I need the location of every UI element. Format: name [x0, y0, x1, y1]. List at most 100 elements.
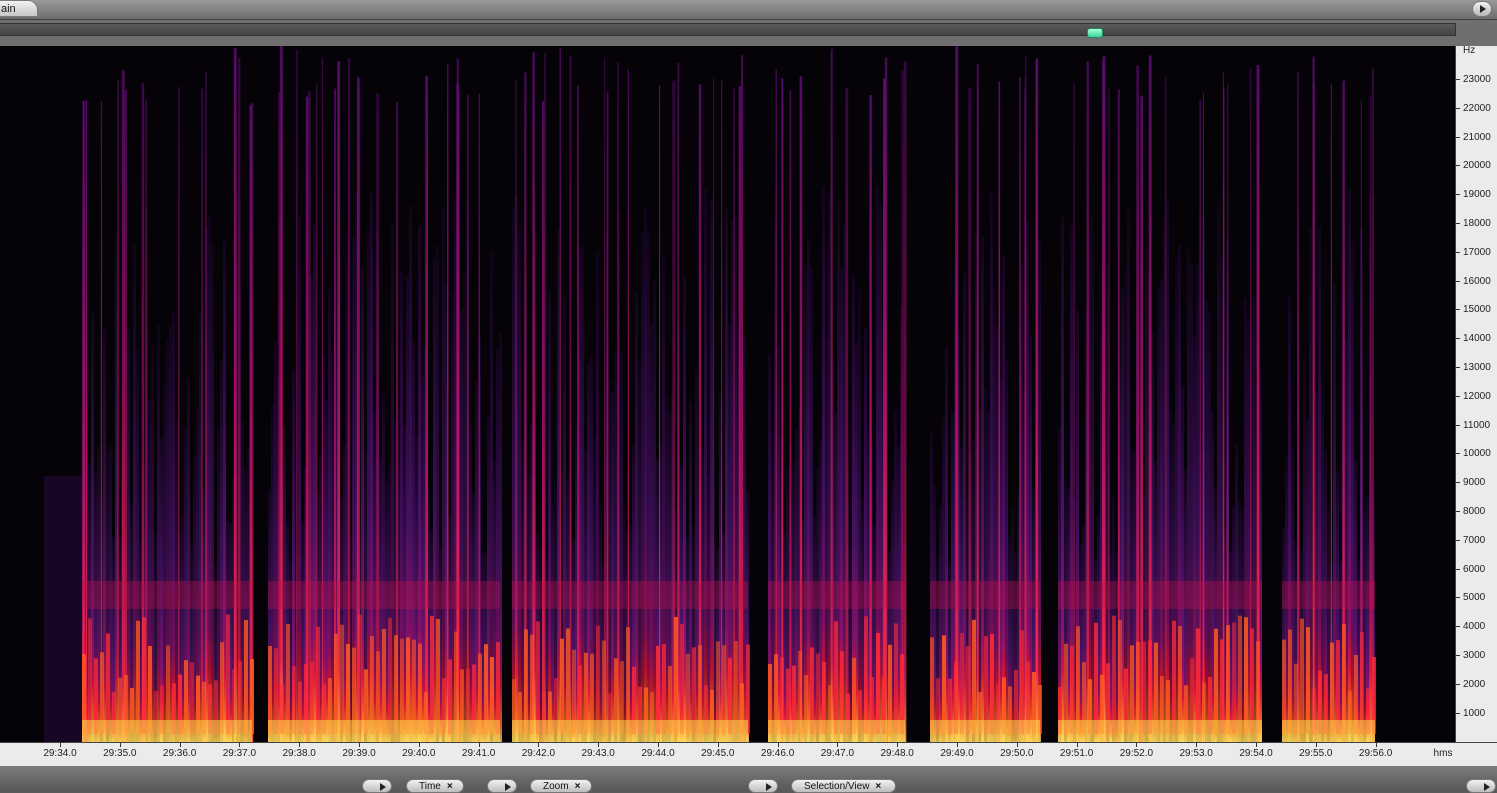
time-panel-tab[interactable]: Time × — [406, 779, 464, 793]
frequency-tick-label: 8000 — [1463, 506, 1486, 517]
time-tick — [1136, 743, 1138, 747]
frequency-tick — [1456, 453, 1460, 455]
overview-scrollbar[interactable] — [0, 23, 1456, 38]
time-tick-label: 29:56.0 — [1358, 748, 1393, 759]
frequency-tick-label: 23000 — [1463, 74, 1491, 85]
selection-panel-menu-button[interactable] — [748, 779, 778, 793]
close-icon[interactable]: × — [575, 781, 581, 792]
time-tick-label: 29:46.0 — [760, 748, 795, 759]
frequency-tick-label: 11000 — [1463, 419, 1491, 431]
time-tick — [1016, 743, 1018, 747]
time-tick-label: 29:43.0 — [581, 748, 615, 759]
frequency-tick — [1456, 107, 1460, 109]
time-tick — [60, 743, 61, 747]
frequency-tick-label: 12000 — [1463, 390, 1491, 402]
frequency-tick-label: 3000 — [1463, 650, 1486, 661]
time-tick-label: 29:44.0 — [641, 748, 675, 759]
frequency-tick — [1456, 539, 1460, 541]
time-tick-label: 29:35.0 — [103, 748, 137, 759]
time-axis: hms 29:34.0 29:35.0 29:36.0 29:37.0 29:38.0 2… — [0, 742, 1497, 766]
time-unit-label: hms — [1433, 748, 1453, 759]
time-tick-label: 29:50.0 — [1000, 748, 1034, 759]
frequency-tick — [1456, 309, 1460, 311]
zoom-panel-tab[interactable]: Zoom × — [530, 779, 592, 793]
play-arrow-icon — [505, 783, 511, 791]
zoom-panel-menu-button[interactable] — [487, 779, 517, 793]
frequency-tick — [1456, 194, 1460, 196]
time-tick-label: 29:39.0 — [342, 748, 376, 759]
frequency-tick — [1456, 712, 1460, 714]
time-tick — [1076, 743, 1078, 747]
time-tick-label: 29:47.0 — [820, 748, 855, 759]
frequency-tick — [1456, 568, 1460, 570]
close-icon[interactable]: × — [875, 781, 881, 792]
time-tick-label: 29:40.0 — [402, 748, 436, 759]
time-tick — [239, 743, 241, 747]
frequency-tick — [1456, 655, 1460, 656]
frequency-tick-label: 9000 — [1463, 477, 1486, 489]
frequency-tick — [1456, 165, 1460, 167]
time-tick-label: 29:38.0 — [282, 748, 316, 759]
frequency-tick-label: 14000 — [1463, 333, 1491, 345]
frequency-tick-label: 13000 — [1463, 362, 1491, 373]
frequency-tick — [1456, 79, 1460, 80]
frequency-axis: Hz 23000 22000 21000 20000 19000 18000 17000 16… — [1455, 46, 1497, 742]
time-tick-label: 29:34.0 — [43, 748, 77, 759]
panel-menu-button[interactable] — [1472, 1, 1492, 17]
frequency-tick-label: 4000 — [1463, 621, 1486, 633]
time-tick-label: 29:53.0 — [1179, 748, 1213, 759]
time-panel-label: Time — [419, 781, 441, 792]
frequency-tick — [1456, 511, 1460, 512]
frequency-tick-label: 7000 — [1463, 534, 1486, 546]
frequency-tick — [1456, 251, 1460, 253]
time-tick — [478, 743, 480, 747]
frequency-tick — [1456, 626, 1460, 628]
time-tick-label: 29:48.0 — [880, 748, 914, 759]
frequency-tick-label: 19000 — [1463, 189, 1491, 201]
time-tick — [598, 743, 600, 747]
frequency-unit-label: Hz — [1463, 45, 1476, 56]
time-tick — [179, 743, 181, 747]
time-tick — [658, 743, 659, 747]
time-tick — [1375, 743, 1377, 747]
time-tick-label: 29:42.0 — [521, 748, 556, 759]
frequency-tick-label: 6000 — [1463, 563, 1486, 575]
time-tick — [299, 743, 301, 747]
time-tick — [538, 743, 540, 747]
time-tick-label: 29:41.0 — [461, 748, 496, 759]
time-tick-label: 29:52.0 — [1119, 748, 1154, 759]
frequency-tick-label: 15000 — [1463, 304, 1491, 316]
frequency-tick — [1456, 395, 1460, 397]
time-tick — [1256, 743, 1257, 747]
time-panel-menu-button[interactable] — [362, 779, 392, 793]
close-icon[interactable]: × — [447, 781, 453, 792]
frequency-tick-label: 22000 — [1463, 102, 1491, 114]
time-tick-label: 29:54.0 — [1239, 748, 1273, 759]
main-view-tab[interactable]: ain — [0, 0, 38, 17]
time-tick — [897, 743, 899, 747]
frequency-tick — [1456, 367, 1460, 368]
time-tick-label: 29:49.0 — [940, 748, 974, 759]
frequency-tick — [1456, 338, 1460, 340]
time-tick — [359, 743, 360, 747]
time-tick-label: 29:51.0 — [1059, 748, 1094, 759]
frequency-tick-label: 2000 — [1463, 678, 1486, 690]
frequency-tick-label: 20000 — [1463, 160, 1491, 172]
time-tick-label: 29:55.0 — [1299, 748, 1333, 759]
frequency-tick — [1456, 280, 1460, 282]
play-arrow-icon — [380, 783, 386, 791]
time-tick-label: 29:36.0 — [162, 748, 197, 759]
selection-view-panel-label: Selection/View — [804, 781, 870, 792]
frequency-tick-label: 18000 — [1463, 218, 1491, 229]
time-tick — [418, 743, 420, 747]
right-panel-menu-button[interactable] — [1466, 779, 1496, 793]
time-tick — [119, 743, 121, 747]
overview-scroll-thumb[interactable] — [1087, 28, 1103, 38]
frequency-tick-label: 16000 — [1463, 275, 1491, 287]
spectrogram-view[interactable] — [0, 46, 1455, 742]
frequency-tick — [1456, 424, 1460, 426]
selection-view-panel-tab[interactable]: Selection/View × — [791, 779, 896, 793]
frequency-tick-label: 21000 — [1463, 131, 1491, 143]
time-tick-label: 29:45.0 — [701, 748, 735, 759]
frequency-tick-label: 1000 — [1463, 707, 1486, 719]
